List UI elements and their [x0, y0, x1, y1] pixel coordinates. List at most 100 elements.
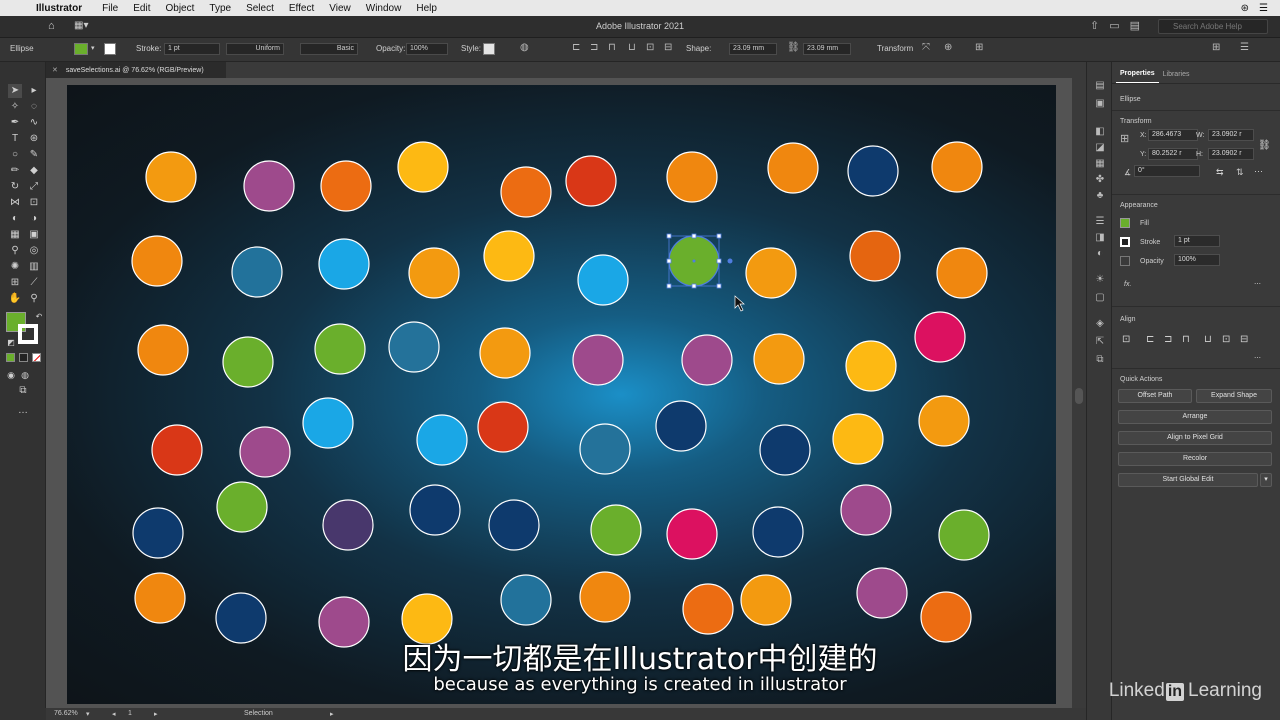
default-colors-icon[interactable]: ◩ — [4, 336, 18, 350]
circle-shape[interactable] — [408, 247, 460, 299]
brushes-panel-icon[interactable]: ✤ — [1094, 174, 1106, 186]
resize-handle[interactable] — [716, 283, 722, 289]
pencil-tool-icon[interactable]: ✏ — [8, 164, 22, 178]
circle-shape[interactable] — [914, 311, 966, 363]
column-graph-icon[interactable]: ▥ — [27, 260, 41, 274]
more-options-icon[interactable]: ☰ — [1240, 42, 1249, 53]
appearance-panel-icon[interactable]: ☀ — [1094, 274, 1106, 286]
isolate-icon[interactable]: ⊕ — [944, 42, 952, 53]
circle-shape[interactable] — [938, 509, 990, 561]
artboards-panel-icon[interactable]: ⧉ — [1094, 354, 1106, 366]
eraser-tool-icon[interactable]: ◆ — [27, 164, 41, 178]
slice-tool-icon[interactable]: ⟋ — [27, 276, 41, 290]
circle-shape[interactable] — [322, 499, 374, 551]
resize-handle[interactable] — [691, 283, 697, 289]
x-position-field[interactable]: 286.4673 — [1148, 129, 1198, 141]
curvature-tool-icon[interactable]: ∿ — [27, 116, 41, 130]
status-menu-icon[interactable]: ▸ — [330, 710, 334, 718]
circle-shape[interactable] — [832, 413, 884, 465]
brush-definition[interactable]: Basic — [300, 43, 358, 55]
circle-shape[interactable] — [131, 235, 183, 287]
resize-handle[interactable] — [666, 233, 672, 239]
free-transform-icon[interactable]: ⊡ — [27, 196, 41, 210]
menu-type[interactable]: Type — [209, 3, 231, 14]
graphic-style-swatch[interactable] — [483, 43, 495, 55]
y-position-field[interactable]: 80.2522 r — [1148, 148, 1198, 160]
circle-shape[interactable] — [767, 142, 819, 194]
color-guide-icon[interactable]: ◪ — [1094, 142, 1106, 154]
circle-shape[interactable] — [682, 583, 734, 635]
type-tool-icon[interactable]: T — [8, 132, 22, 146]
stroke-swatch[interactable] — [104, 43, 116, 55]
fill-color-chip[interactable] — [1120, 218, 1130, 228]
resize-handle[interactable] — [691, 233, 697, 239]
circle-shape[interactable] — [565, 155, 617, 207]
symbols-panel-icon[interactable]: ♣ — [1094, 190, 1106, 202]
fill-swatch[interactable] — [74, 43, 88, 55]
panel-align-hcenter-icon[interactable]: ⊐ — [1164, 334, 1172, 345]
menu-select[interactable]: Select — [246, 3, 274, 14]
arrange-icon[interactable]: ⊞ — [975, 42, 983, 53]
circle-shape[interactable] — [849, 230, 901, 282]
search-help-input[interactable]: Search Adobe Help — [1158, 19, 1268, 34]
perspective-grid-icon[interactable]: ▦ — [8, 228, 22, 242]
circle-shape[interactable] — [137, 324, 189, 376]
direct-selection-tool-icon[interactable]: ▸ — [27, 84, 41, 98]
circle-shape[interactable] — [847, 145, 899, 197]
align-more-icon[interactable]: ⋯ — [1254, 354, 1261, 362]
menu-view[interactable]: View — [329, 3, 351, 14]
resize-handle[interactable] — [666, 258, 672, 264]
circle-shape[interactable] — [500, 574, 552, 626]
pen-tool-icon[interactable]: ✒ — [8, 116, 22, 130]
gradient-mode-icon[interactable] — [19, 353, 28, 362]
circle-shape[interactable] — [222, 336, 274, 388]
shape-height-field[interactable]: 23.09 mm — [803, 43, 851, 55]
menu-file[interactable]: File — [102, 3, 118, 14]
circle-shape[interactable] — [134, 572, 186, 624]
creative-cloud-icon[interactable]: ⊛ — [1241, 3, 1249, 14]
circle-shape[interactable] — [572, 334, 624, 386]
magic-wand-icon[interactable]: ✧ — [8, 100, 22, 114]
transform-link[interactable]: Transform — [877, 44, 913, 53]
circle-shape[interactable] — [577, 254, 629, 306]
corner-widget[interactable] — [727, 258, 733, 264]
circle-shape[interactable] — [488, 499, 540, 551]
panel-menu-icon[interactable]: ⊞ — [1212, 42, 1220, 53]
close-tab-icon[interactable]: ✕ — [52, 67, 58, 74]
panel-align-left-icon[interactable]: ⊏ — [1146, 334, 1154, 345]
shape-width-field[interactable]: 23.09 mm — [729, 43, 777, 55]
zoom-tool-icon[interactable]: ⚲ — [27, 292, 41, 306]
align-pixel-grid-button[interactable]: Align to Pixel Grid — [1118, 431, 1272, 445]
scroll-thumb[interactable] — [1075, 388, 1083, 404]
align-bottom-icon[interactable]: ⊟ — [664, 42, 672, 53]
align-right-icon[interactable]: ⊓ — [608, 42, 616, 53]
circle-shape[interactable] — [936, 247, 988, 299]
asset-export-icon[interactable]: ⇱ — [1094, 336, 1106, 348]
align-left-icon[interactable]: ⊏ — [572, 42, 580, 53]
appearance-more-icon[interactable]: ⋯ — [1254, 280, 1261, 288]
lasso-icon[interactable]: ◌ — [27, 100, 41, 114]
properties-panel-icon[interactable]: ▤ — [1094, 80, 1106, 92]
resize-handle[interactable] — [716, 233, 722, 239]
edit-toolbar-icon[interactable]: … — [16, 404, 30, 418]
recolor-button[interactable]: Recolor — [1118, 452, 1272, 466]
circle-shape[interactable] — [918, 395, 970, 447]
stroke-weight-field[interactable]: 1 pt — [1174, 235, 1220, 247]
gradient-panel-icon[interactable]: ◨ — [1094, 232, 1106, 244]
width-tool-icon[interactable]: ⋈ — [8, 196, 22, 210]
circle-shape[interactable] — [216, 481, 268, 533]
paintbrush-icon[interactable]: ✎ — [27, 148, 41, 162]
artboard[interactable] — [67, 85, 1056, 704]
resize-handle[interactable] — [716, 258, 722, 264]
reference-point-icon[interactable]: ⊞ — [1120, 132, 1129, 145]
circle-shape[interactable] — [500, 166, 552, 218]
draw-mode-icon[interactable]: ◉ — [4, 368, 18, 382]
height-field[interactable]: 23.0902 r — [1208, 148, 1254, 160]
artboard-number[interactable]: 1 — [128, 710, 132, 717]
app-menu[interactable]: Illustrator — [36, 3, 82, 14]
flip-vertical-icon[interactable]: ⇅ — [1236, 167, 1244, 178]
menu-window[interactable]: Window — [366, 3, 402, 14]
circle-shape[interactable] — [145, 151, 197, 203]
align-middle-icon[interactable]: ⊡ — [646, 42, 654, 53]
transform-more-icon[interactable]: ⋯ — [1254, 166, 1263, 177]
